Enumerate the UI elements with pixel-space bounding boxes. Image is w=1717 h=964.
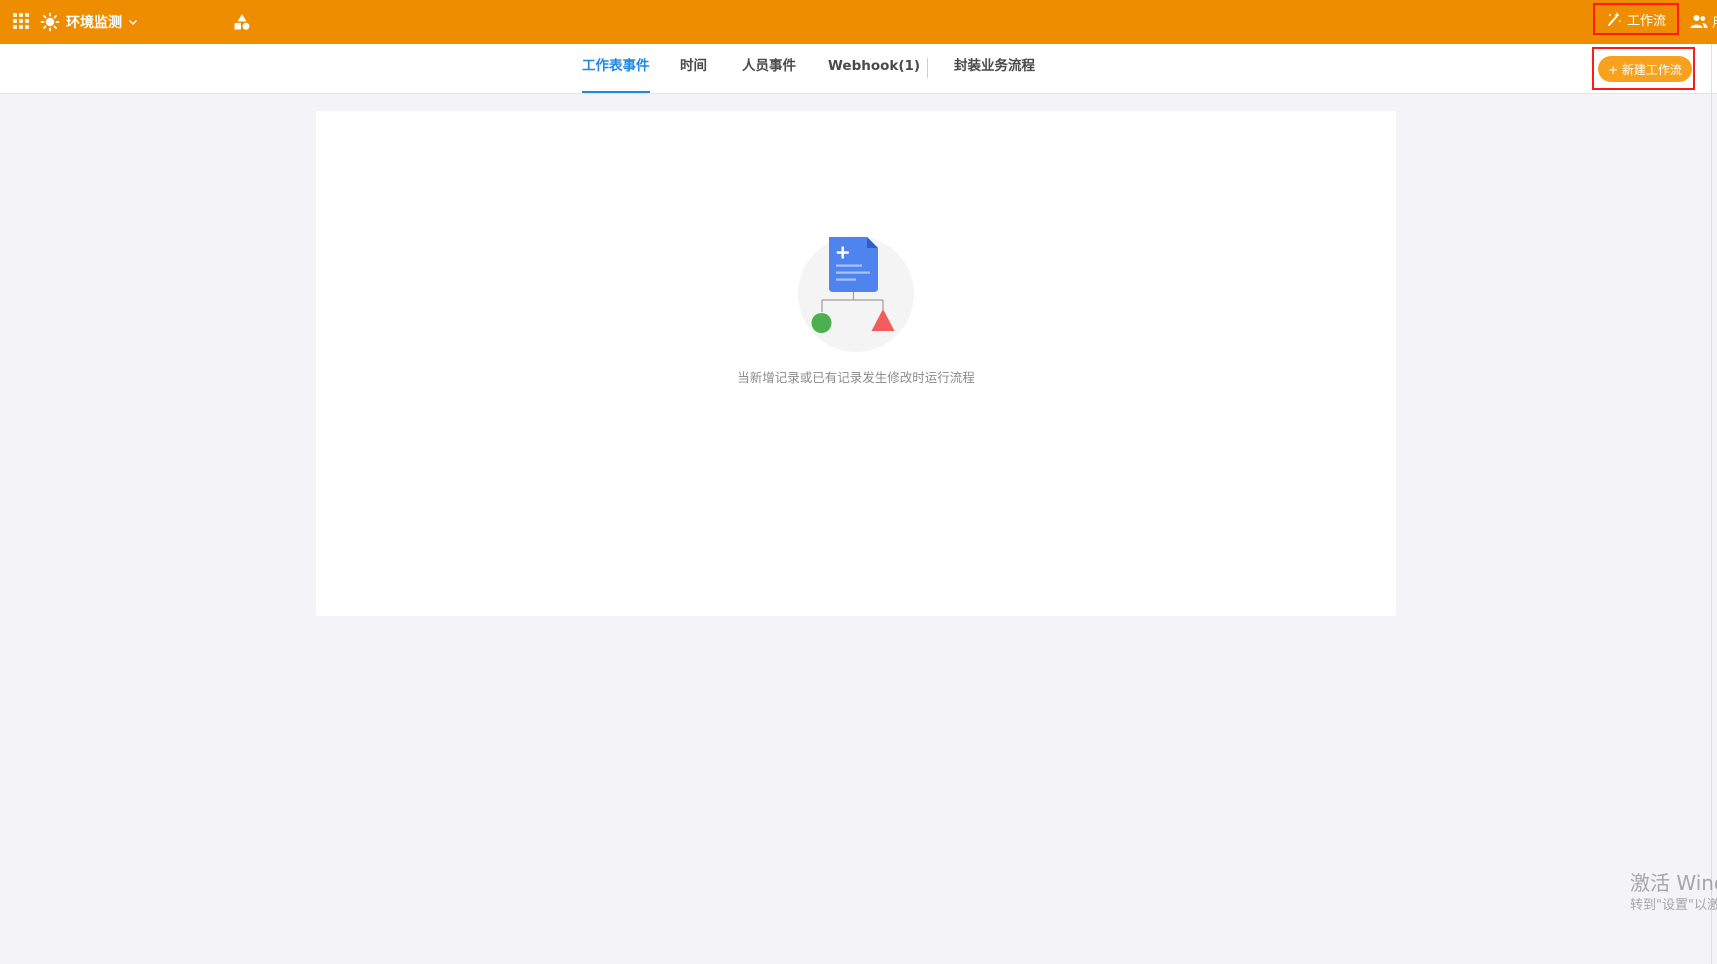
chevron-down-icon bbox=[129, 20, 137, 25]
tab-packaged-process[interactable]: 封装业务流程 bbox=[954, 44, 1035, 93]
empty-state-panel: 当新增记录或已有记录发生修改时运行流程 bbox=[316, 111, 1396, 616]
workflow-tab[interactable]: 工作流 bbox=[1593, 3, 1679, 35]
scroll-edge bbox=[1711, 44, 1712, 964]
apps-grid-icon[interactable] bbox=[13, 13, 29, 29]
windows-activation-watermark: 激活 Windows 转到"设置"以激活 Windows。 bbox=[1630, 870, 1717, 916]
tab-time[interactable]: 时间 bbox=[680, 44, 707, 93]
watermark-title: 激活 Windows bbox=[1630, 871, 1717, 895]
tab-worksheet-events[interactable]: 工作表事件 bbox=[582, 44, 650, 93]
tab-divider bbox=[927, 58, 928, 78]
shapes-icon[interactable] bbox=[233, 13, 251, 31]
tab-webhook[interactable]: Webhook(1) bbox=[828, 44, 920, 93]
top-bar: 环境监测 工作流 用户 bbox=[0, 0, 1717, 44]
workflow-tab-label: 工作流 bbox=[1626, 13, 1666, 29]
users-label[interactable]: 用户 bbox=[1712, 12, 1717, 31]
document-add-flow-icon bbox=[798, 236, 914, 352]
app-switcher[interactable]: 环境监测 bbox=[40, 8, 138, 36]
magic-wand-icon bbox=[1607, 12, 1621, 26]
new-workflow-highlight: + 新建工作流 bbox=[1592, 47, 1695, 90]
new-workflow-button[interactable]: + 新建工作流 bbox=[1598, 56, 1692, 82]
empty-state-hint: 当新增记录或已有记录发生修改时运行流程 bbox=[737, 370, 975, 385]
tab-member-events[interactable]: 人员事件 bbox=[742, 44, 796, 93]
sun-icon bbox=[40, 12, 60, 32]
app-name: 环境监测 bbox=[66, 15, 122, 31]
workflow-category-tabs: 工作表事件 时间 人员事件 Webhook(1) 封装业务流程 bbox=[0, 44, 1717, 94]
watermark-subtitle: 转到"设置"以激活 Windows。 bbox=[1630, 898, 1717, 913]
users-icon[interactable] bbox=[1690, 13, 1708, 29]
